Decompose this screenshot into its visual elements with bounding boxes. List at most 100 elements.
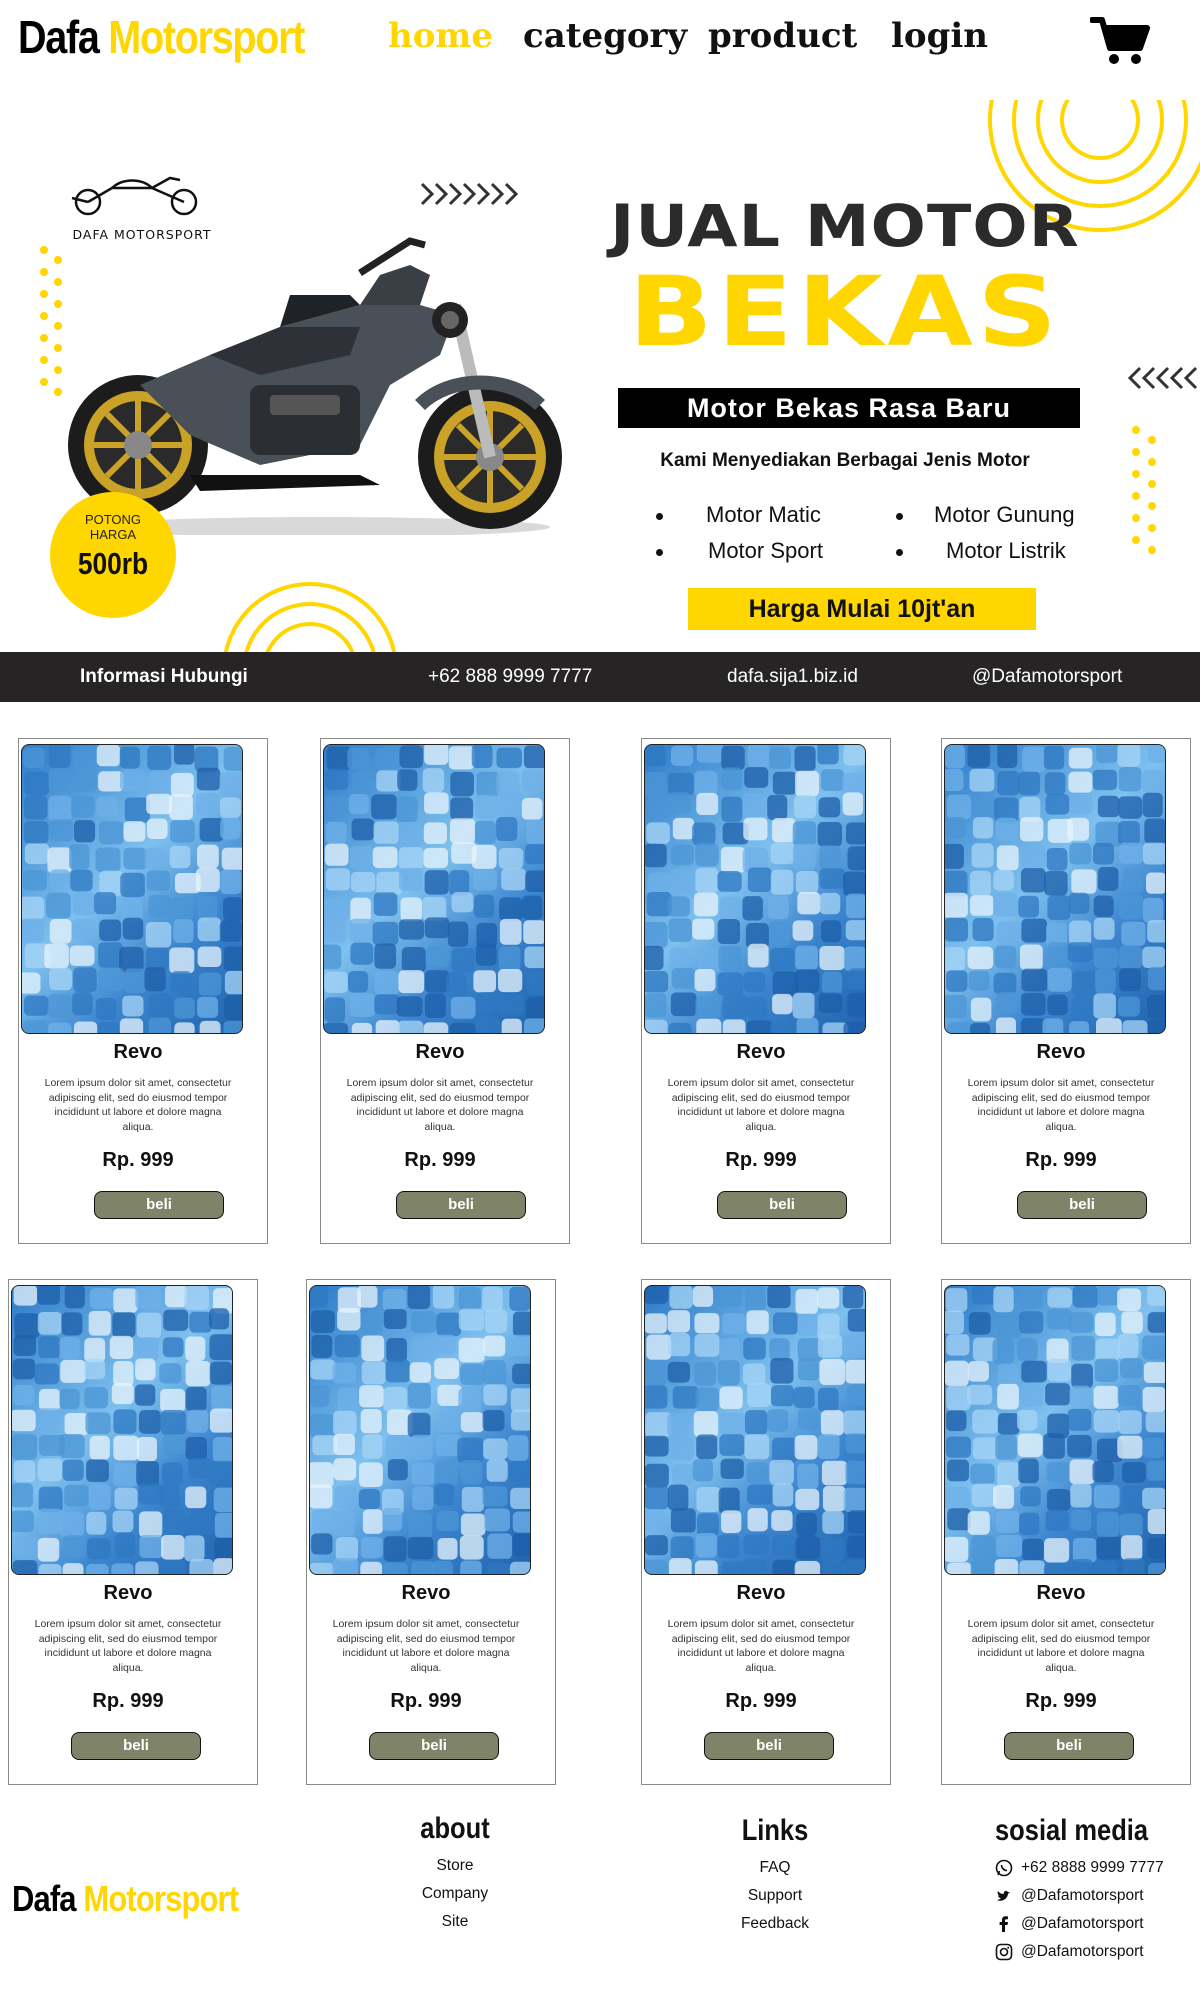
product-image bbox=[944, 744, 1166, 1034]
product-price: Rp. 999 bbox=[102, 1149, 174, 1171]
product-name: Revo bbox=[736, 1041, 786, 1063]
buy-button[interactable]: beli bbox=[369, 1732, 499, 1760]
buy-button[interactable]: beli bbox=[94, 1191, 224, 1219]
footer-link-store[interactable]: Store bbox=[390, 1852, 520, 1880]
product-card: Revo Lorem ipsum dolor sit amet, consecte… bbox=[941, 1279, 1191, 1785]
social-whatsapp-text: +62 8888 9999 7777 bbox=[1021, 1859, 1164, 1876]
badge-value: 500rb bbox=[77, 546, 149, 581]
price-banner: Harga Mulai 10jt'an bbox=[688, 588, 1036, 630]
product-description: Lorem ipsum dolor sit amet, consectetur … bbox=[967, 1077, 1155, 1133]
product-image bbox=[944, 1285, 1166, 1575]
nav-login-link[interactable]: login bbox=[891, 16, 988, 56]
product-image bbox=[11, 1285, 233, 1575]
contact-phone[interactable]: +62 888 9999 7777 bbox=[428, 666, 592, 688]
instagram-icon bbox=[995, 1943, 1013, 1961]
footer-link-feedback[interactable]: Feedback bbox=[715, 1910, 835, 1938]
footer-about: about Store Company Site bbox=[390, 1812, 520, 1936]
logo-word-2: Motorsport bbox=[108, 11, 305, 63]
footer-links: Links FAQ Support Feedback bbox=[715, 1814, 835, 1938]
product-image bbox=[309, 1285, 531, 1575]
buy-button[interactable]: beli bbox=[704, 1732, 834, 1760]
buy-button[interactable]: beli bbox=[1004, 1732, 1134, 1760]
bullet-icon bbox=[896, 513, 903, 520]
product-price: Rp. 999 bbox=[1025, 1149, 1097, 1171]
discount-badge: POTONG HARGA 500rb bbox=[50, 492, 176, 618]
product-image bbox=[323, 744, 545, 1034]
hero-brand-mark: DAFA MOTORSPORT bbox=[52, 170, 232, 242]
product-image bbox=[644, 744, 866, 1034]
badge-line-1: POTONG bbox=[84, 512, 142, 527]
footer-links-title: Links bbox=[741, 1814, 809, 1847]
contact-website[interactable]: dafa.sija1.biz.id bbox=[727, 666, 858, 688]
whatsapp-icon bbox=[995, 1859, 1013, 1877]
footer-link-site[interactable]: Site bbox=[390, 1908, 520, 1936]
social-facebook-text: @Dafamotorsport bbox=[1021, 1915, 1144, 1932]
product-name: Revo bbox=[113, 1041, 163, 1063]
nav-product-link[interactable]: product bbox=[708, 16, 857, 56]
social-instagram-text: @Dafamotorsport bbox=[1021, 1943, 1144, 1960]
social-facebook[interactable]: @Dafamotorsport bbox=[995, 1910, 1195, 1938]
product-price: Rp. 999 bbox=[92, 1690, 164, 1712]
buy-button[interactable]: beli bbox=[1017, 1191, 1147, 1219]
top-nav: Dafa Motorsport home category product lo… bbox=[0, 0, 1200, 80]
contact-title: Informasi Hubungi bbox=[80, 666, 248, 687]
product-card: Revo Lorem ipsum dolor sit amet, consecte… bbox=[18, 738, 268, 1244]
footer-link-company[interactable]: Company bbox=[390, 1880, 520, 1908]
product-price: Rp. 999 bbox=[1025, 1690, 1097, 1712]
buy-button[interactable]: beli bbox=[71, 1732, 201, 1760]
product-image bbox=[644, 1285, 866, 1575]
motor-type-item: Motor Matic bbox=[706, 502, 821, 527]
product-card: Revo Lorem ipsum dolor sit amet, consecte… bbox=[941, 738, 1191, 1244]
product-card: Revo Lorem ipsum dolor sit amet, consecte… bbox=[641, 1279, 891, 1785]
footer-link-faq[interactable]: FAQ bbox=[715, 1854, 835, 1882]
nav-category-link[interactable]: category bbox=[523, 16, 687, 56]
product-description: Lorem ipsum dolor sit amet, consectetur … bbox=[667, 1077, 855, 1133]
buy-button[interactable]: beli bbox=[717, 1191, 847, 1219]
logo-word-1: Dafa bbox=[18, 11, 100, 63]
hero-banner: DAFA MOTORSPORT POTONG HARGA 500rb JUAL … bbox=[0, 100, 1200, 652]
contact-bar: Informasi Hubungi +62 888 9999 7777 dafa… bbox=[0, 652, 1200, 702]
footer-social-title: sosial media bbox=[995, 1814, 1149, 1847]
motorcycle-logo-icon bbox=[71, 176, 198, 216]
bullet-icon bbox=[656, 549, 663, 556]
hero-title-line-1: JUAL MOTOR bbox=[610, 192, 1080, 260]
motor-type-item: Motor Gunung bbox=[934, 502, 1075, 527]
product-price: Rp. 999 bbox=[725, 1690, 797, 1712]
social-instagram[interactable]: @Dafamotorsport bbox=[995, 1938, 1195, 1966]
product-description: Lorem ipsum dolor sit amet, consectetur … bbox=[44, 1077, 232, 1133]
contact-social[interactable]: @Dafamotorsport bbox=[972, 666, 1122, 688]
product-name: Revo bbox=[401, 1582, 451, 1604]
hero-tagline: Motor Bekas Rasa Baru bbox=[618, 388, 1080, 428]
social-whatsapp[interactable]: +62 8888 9999 7777 bbox=[995, 1854, 1195, 1882]
footer-social: sosial media +62 8888 9999 7777 @Dafamot… bbox=[995, 1814, 1195, 1966]
footer-logo-word-2: Motorsport bbox=[83, 1878, 239, 1919]
product-price: Rp. 999 bbox=[725, 1149, 797, 1171]
product-card: Revo Lorem ipsum dolor sit amet, consecte… bbox=[320, 738, 570, 1244]
footer-logo-word-1: Dafa bbox=[12, 1878, 77, 1919]
product-name: Revo bbox=[1036, 1582, 1086, 1604]
social-twitter[interactable]: @Dafamotorsport bbox=[995, 1882, 1195, 1910]
product-price: Rp. 999 bbox=[404, 1149, 476, 1171]
product-name: Revo bbox=[736, 1582, 786, 1604]
buy-button[interactable]: beli bbox=[396, 1191, 526, 1219]
site-logo[interactable]: Dafa Motorsport bbox=[18, 10, 305, 64]
product-card: Revo Lorem ipsum dolor sit amet, consecte… bbox=[306, 1279, 556, 1785]
product-name: Revo bbox=[1036, 1041, 1086, 1063]
footer-logo[interactable]: Dafa Motorsport bbox=[12, 1878, 239, 1920]
motorcycle-image bbox=[68, 237, 562, 535]
product-description: Lorem ipsum dolor sit amet, consectetur … bbox=[332, 1618, 520, 1674]
product-card: Revo Lorem ipsum dolor sit amet, consecte… bbox=[8, 1279, 258, 1785]
motor-type-item: Motor Listrik bbox=[946, 538, 1066, 563]
product-name: Revo bbox=[415, 1041, 465, 1063]
cart-icon[interactable] bbox=[1090, 16, 1150, 66]
product-card: Revo Lorem ipsum dolor sit amet, consecte… bbox=[641, 738, 891, 1244]
hero-subtitle: Kami Menyediakan Berbagai Jenis Motor bbox=[660, 450, 1030, 471]
footer-about-title: about bbox=[420, 1812, 490, 1845]
product-name: Revo bbox=[103, 1582, 153, 1604]
product-description: Lorem ipsum dolor sit amet, consectetur … bbox=[346, 1077, 534, 1133]
twitter-icon bbox=[997, 1890, 1010, 1901]
social-twitter-text: @Dafamotorsport bbox=[1021, 1887, 1144, 1904]
footer-link-support[interactable]: Support bbox=[715, 1882, 835, 1910]
bullet-icon bbox=[896, 549, 903, 556]
nav-home-link[interactable]: home bbox=[388, 16, 493, 56]
